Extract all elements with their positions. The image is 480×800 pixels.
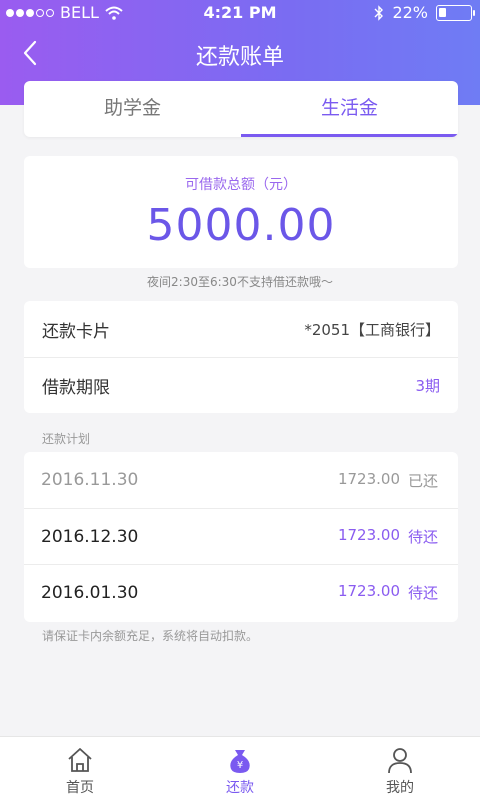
battery-percent: 22% [392,3,428,22]
svg-text:¥: ¥ [237,760,243,771]
plan-row: 2016.11.30 1723.00 已还 [24,452,458,508]
tabbar-mine[interactable]: 我的 [320,737,480,800]
tab-student-aid[interactable]: 助学金 [24,81,241,137]
navigation-bar: 还款账单 [0,26,480,80]
repayment-card-value: *2051【工商银行】 [304,320,440,339]
bluetooth-icon [374,4,384,21]
bottom-tab-bar: 首页 ¥ 还款 我的 [0,736,480,800]
amount-card: 可借款总额（元） 5000.00 [24,156,458,268]
tabbar-repay-label: 还款 [226,780,254,796]
home-icon [68,748,92,772]
info-card: 还款卡片 *2051【工商银行】 借款期限 3期 [24,301,458,413]
time-notice: 夜间2:30至6:30不支持借还款哦～ [147,275,333,289]
tabbar-mine-label: 我的 [386,780,414,796]
plan-status: 待还 [407,584,438,602]
amount-value: 5000.00 [146,200,336,251]
plan-date: 2016.01.30 [41,582,139,603]
status-bar: BELL 4:21 PM 22% [0,0,480,26]
plan-amount: 1723.00 [337,582,400,600]
tabbar-home[interactable]: 首页 [0,737,160,800]
plan-amount: 1723.00 [337,526,400,544]
amount-label: 可借款总额（元） [185,177,297,193]
plan-row: 2016.01.30 1723.00 待还 [24,564,458,620]
profile-icon [388,748,412,774]
plan-status: 待还 [407,528,438,546]
tab-living-fund[interactable]: 生活金 [241,81,458,137]
battery-icon [436,4,475,21]
repayment-card-row[interactable]: 还款卡片 *2051【工商银行】 [24,301,458,357]
auto-debit-note: 请保证卡内余额充足，系统将自动扣款。 [42,629,259,643]
page-title: 还款账单 [195,45,284,70]
plan-date: 2016.11.30 [41,470,139,490]
money-bag-icon: ¥ [230,750,250,773]
loan-period-row: 借款期限 3期 [24,357,458,413]
loan-period-label: 借款期限 [42,378,110,398]
plan-amount: 1723.00 [337,469,400,488]
tabbar-home-label: 首页 [66,780,94,796]
plan-section-label: 还款计划 [42,432,91,446]
loan-period-value: 3期 [415,377,440,395]
plan-date: 2016.12.30 [41,526,139,547]
tabbar-repay[interactable]: ¥ 还款 [160,737,320,800]
repayment-plan-list: 2016.11.30 1723.00 已还 2016.12.30 1723.00 待… [24,452,458,622]
tab-bar: 助学金 生活金 [24,81,458,137]
plan-status: 已还 [407,471,438,490]
repayment-card-label: 还款卡片 [42,321,110,342]
status-right: 22% [374,3,475,22]
plan-row: 2016.12.30 1723.00 待还 [24,508,458,564]
